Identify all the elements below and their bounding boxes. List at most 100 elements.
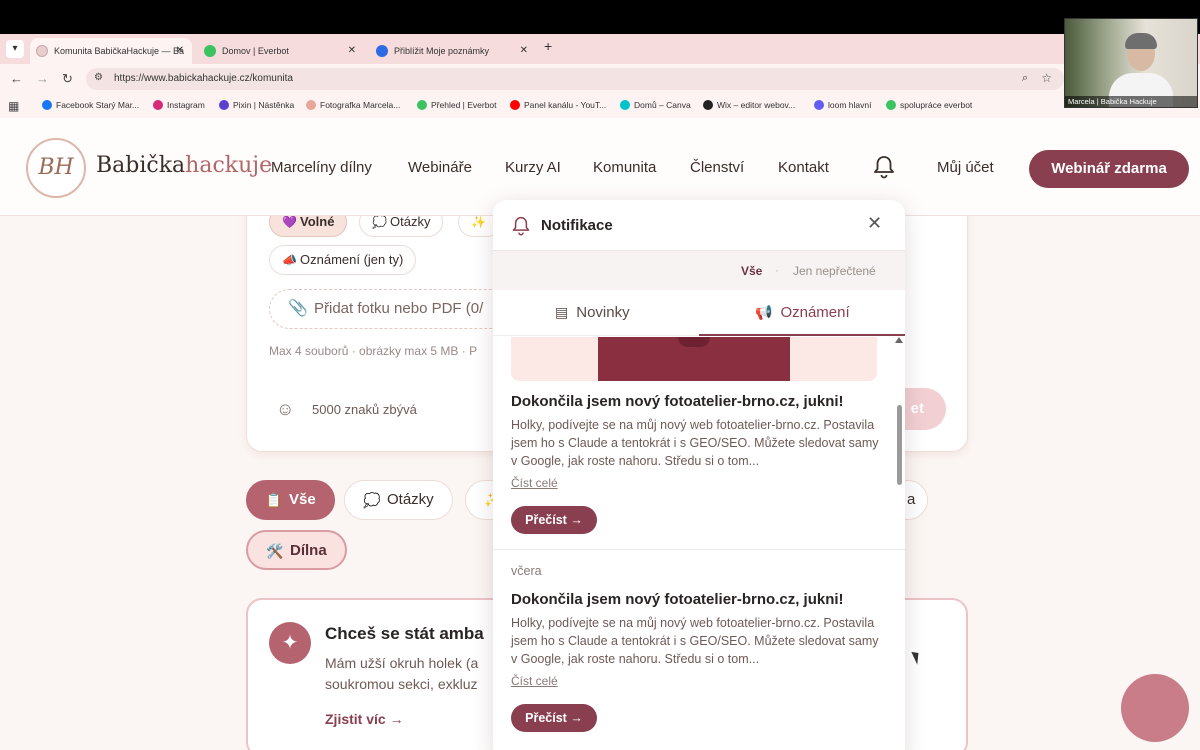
close-tab-icon[interactable]: ✕ [176,38,184,64]
bookmark-wix[interactable]: Wix – editor webov... [703,100,795,110]
nav-clenstvi[interactable]: Členství [690,159,744,176]
close-tab-icon[interactable]: ✕ [520,38,528,64]
logo-monogram[interactable]: BH [26,138,86,198]
news-icon: ▤ [555,304,569,320]
browser-tab-strip: ▾ Komunita BabičkaHackuje — Ba ✕ Domov |… [0,34,1200,64]
browser-tab-zoom[interactable]: Přiblížit Moje poznámky ✕ [370,38,536,64]
bookmark-label: Přehled | Everbot [431,100,497,110]
bookmark-facebook[interactable]: Facebook Starý Mar... [42,100,139,110]
bookmark-fotografka[interactable]: Fotografka Marcela... [306,100,400,110]
tab-oznameni[interactable]: 📢 Oznámení [755,290,850,336]
bookmark-youtube[interactable]: Panel kanálu - YouT... [510,100,606,110]
notifications-list: Dokončila jsem nový fotoatelier-brno.cz,… [493,337,905,750]
chat-floating-button[interactable] [1121,674,1189,742]
fotografka-icon [306,100,316,110]
screen-top-bar [0,0,1200,34]
tab-novinky[interactable]: ▤ Novinky [555,290,630,336]
browser-tab-everbot[interactable]: Domov | Everbot ✕ [198,38,364,64]
new-tab-plus-icon[interactable]: + [544,38,552,54]
logo-name-start: Babička [96,153,186,178]
nav-muj-ucet[interactable]: Můj účet [937,159,994,176]
paperclip-icon: 📎 [288,300,308,317]
notification-image [511,337,877,381]
tab-search-button[interactable]: ▾ [6,40,24,58]
notification-title[interactable]: Dokončila jsem nový fotoatelier-brno.cz,… [511,591,844,608]
clipboard-icon: 📋 [265,492,283,508]
back-arrow-icon[interactable]: ← [10,71,23,86]
pixin-icon [219,100,229,110]
webcam-name-label: Marcela | Babička Hackuje [1065,96,1197,107]
topic-chip-oznameni[interactable]: 📣 Oznámení (jen ty) [269,245,417,275]
bookmark-instagram[interactable]: Instagram [153,100,205,110]
photo-neckline [678,337,710,347]
ambassador-learn-more-link[interactable]: Zjistit víc → [325,711,404,727]
notification-body: Holky, podívejte se na můj nový web foto… [511,616,879,666]
notifications-tabs: ▤ Novinky 📢 Oznámení [493,290,905,336]
tools-icon: 🛠️ [266,543,284,559]
tab-title: Přiblížit Moje poznámky [394,46,490,56]
bookmark-everbot-spoluprace[interactable]: spolupráce everbot [886,100,972,110]
feed-filter-dilna[interactable]: 🛠️ Dílna [246,530,347,570]
attach-file-button[interactable]: 📎 Přidat fotku nebo PDF (0/ [269,289,529,329]
sparkles-icon: ✦ [269,622,311,664]
loom-icon [814,100,824,110]
forward-arrow-icon[interactable]: → [36,71,49,86]
filter-label: a [907,491,916,508]
active-tab-indicator [699,334,905,336]
upload-limits-text: Max 4 souborů · obrázky max 5 MB · P [269,344,478,358]
wix-icon [703,100,713,110]
bookmark-label: Instagram [167,100,205,110]
bookmark-star-icon[interactable]: ☆ [1041,71,1052,85]
read-button[interactable]: Přečíst → [511,506,597,534]
chip-label: Otázky [390,214,431,229]
notification-divider [493,549,905,550]
feed-filter-vse[interactable]: 📋 Vše [246,480,335,520]
webinar-zdarma-button[interactable]: Webinář zdarma [1029,150,1189,188]
browser-tab-komunita[interactable]: Komunita BabičkaHackuje — Ba ✕ [30,38,192,64]
read-full-link[interactable]: Číst celé [511,674,558,688]
address-bar[interactable]: ⚙ https://www.babickahackuje.cz/komunita… [86,68,1064,90]
close-tab-icon[interactable]: ✕ [348,38,356,64]
read-full-link[interactable]: Číst celé [511,476,558,490]
nav-kontakt[interactable]: Kontakt [778,159,829,176]
filter-unread-button[interactable]: Jen nepřečtené [793,264,876,278]
attach-label: Přidat fotku nebo PDF [314,300,462,317]
tab-title: Komunita BabičkaHackuje — Ba [54,46,185,56]
reload-icon[interactable]: ↻ [62,71,73,87]
bookmark-label: loom hlavní [828,100,872,110]
canva-icon [620,100,630,110]
notification-title[interactable]: Dokončila jsem nový fotoatelier-brno.cz,… [511,393,844,410]
emoji-smile-icon[interactable]: ☺ [276,399,294,420]
nav-komunita[interactable]: Komunita [593,159,656,176]
webcam-person-hair [1125,33,1157,49]
bookmark-pixin[interactable]: Pixin | Nástěnka [219,100,294,110]
read-button[interactable]: Přečíst → [511,704,597,732]
bookmark-label: Facebook Starý Mar... [56,100,140,110]
instagram-icon [153,100,163,110]
scroll-up-arrow-icon[interactable] [895,337,903,343]
bookmark-label: Wix – editor webov... [717,100,796,110]
filter-label: Dílna [290,542,327,559]
notifications-bell-icon[interactable] [872,154,896,180]
ambassador-text: Mám užší okruh holek (a soukromou sekci, … [325,653,478,695]
photo-sweater [598,337,790,381]
logo-wordmark[interactable]: Babičkahackuje [96,153,272,178]
chip-label: Volné [300,214,335,229]
scrollbar-thumb[interactable] [897,405,902,485]
filter-all-button[interactable]: Vše [741,264,762,278]
nav-marceliny-dilny[interactable]: Marcelíny dílny [271,159,372,176]
nav-kurzy-ai[interactable]: Kurzy AI [505,159,561,176]
ambassador-title: Chceš se stát amba [325,624,484,643]
notification-body: Holky, podívejte se na můj nový web foto… [511,418,879,468]
close-icon[interactable]: ✕ [867,213,882,234]
logo-name-end: hackuje [185,153,273,178]
site-info-icon[interactable]: ⚙ [94,72,103,83]
ambassador-line-1: Mám užší okruh holek (a [325,655,479,671]
zoom-magnifier-icon[interactable]: ⌕ [1022,72,1028,85]
feed-filter-otazky[interactable]: 💭 Otázky [344,480,453,520]
bookmark-canva[interactable]: Domů – Canva [620,100,691,110]
apps-grid-icon[interactable]: ▦ [8,99,19,113]
nav-webinare[interactable]: Webináře [408,159,472,176]
bookmark-everbot-prehled[interactable]: Přehled | Everbot [417,100,497,110]
bookmark-loom[interactable]: loom hlavní [814,100,871,110]
